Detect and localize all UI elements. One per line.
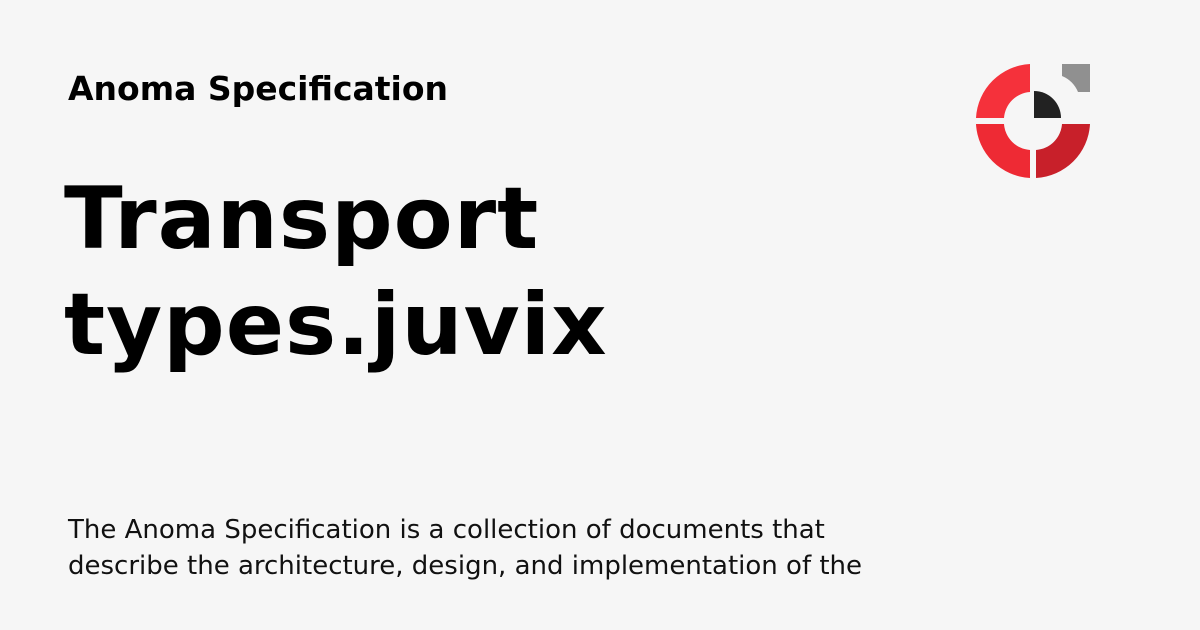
- page-description: The Anoma Specification is a collection …: [68, 512, 888, 584]
- social-card: Anoma Specification Transport types.juvi…: [0, 0, 1200, 630]
- page-description-line-2: describe the architecture, design, and i…: [68, 551, 863, 581]
- logo-inner-quarter: [1034, 91, 1061, 118]
- page-title-line-2: types.juvix: [64, 275, 608, 375]
- page-title: Transport types.juvix: [64, 166, 608, 378]
- logo-ring-top-left: [976, 64, 1030, 118]
- logo-ring-bottom-left: [976, 124, 1030, 178]
- page-title-line-1: Transport: [64, 169, 540, 269]
- anoma-logo-icon: [976, 64, 1090, 178]
- page-description-line-1: The Anoma Specification is a collection …: [68, 515, 825, 545]
- site-name: Anoma Specification: [68, 69, 449, 108]
- logo-gray-corner: [1062, 64, 1090, 92]
- logo-ring-bottom-right: [1036, 124, 1090, 178]
